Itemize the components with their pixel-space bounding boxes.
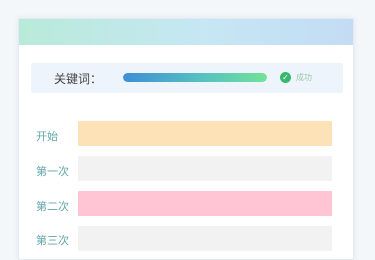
keyword-progress-fill [123, 73, 267, 82]
row-label-second: 第二次 [36, 200, 69, 213]
content-card: 关键词： ✓ 成功 开始 第一次 第二次 第三次 [18, 18, 354, 260]
status-indicator: ✓ 成功 [280, 72, 312, 83]
row-bar-third [78, 226, 332, 251]
check-circle-icon: ✓ [280, 72, 291, 83]
row-label-third: 第三次 [36, 234, 69, 247]
keyword-panel: 关键词： ✓ 成功 [31, 63, 343, 93]
row-bar-second [78, 191, 332, 216]
keyword-label: 关键词： [54, 72, 103, 86]
row-label-start: 开始 [36, 130, 58, 143]
row-bar-start [78, 121, 332, 146]
keyword-progress-bar [123, 73, 267, 82]
status-text: 成功 [296, 73, 312, 82]
header-banner [19, 19, 353, 45]
row-bar-first [78, 156, 332, 181]
row-label-first: 第一次 [36, 165, 69, 178]
